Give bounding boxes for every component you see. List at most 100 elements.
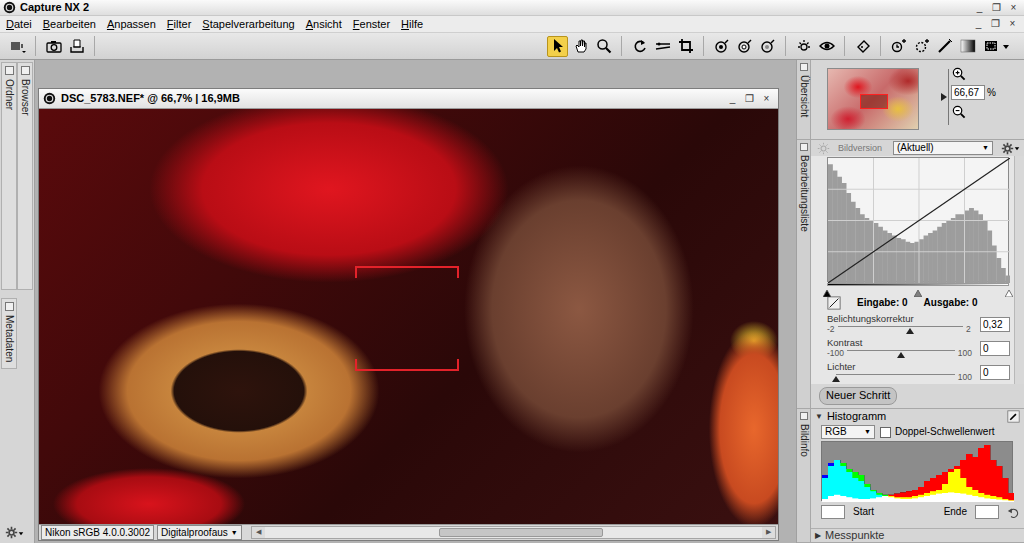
overview-tab-label[interactable]: Übersicht xyxy=(799,75,809,117)
tone-curve[interactable] xyxy=(828,158,1010,283)
browser-tab-label[interactable]: Browser xyxy=(20,79,30,116)
measure-points-header[interactable]: ▶Messpunkte xyxy=(811,528,1024,542)
document-window[interactable]: DSC_5783.NEF* @ 66,7% | 16,9MB_❐×Nikon s… xyxy=(38,88,779,541)
dropdown-arrow[interactable]: ▼ xyxy=(982,142,989,154)
output-icon[interactable] xyxy=(69,38,85,54)
overview-tab[interactable]: Übersicht xyxy=(797,60,811,139)
overview-thumbnail[interactable] xyxy=(827,68,919,130)
gear-icon[interactable] xyxy=(1001,142,1014,155)
rotate-button[interactable] xyxy=(629,36,650,57)
slider-thumb[interactable] xyxy=(906,328,914,334)
menu-item[interactable]: Filter xyxy=(162,16,197,32)
eye-icon[interactable] xyxy=(819,38,835,54)
hand-tool[interactable] xyxy=(570,36,591,57)
menu-item[interactable]: Hilfe xyxy=(396,16,429,32)
photo[interactable] xyxy=(39,109,778,524)
folder-tab-label[interactable]: Ordner xyxy=(4,79,14,110)
level-handle-icon[interactable] xyxy=(823,290,831,297)
channel-dropdown[interactable]: RGB ▼ xyxy=(821,425,875,439)
gradient-button[interactable] xyxy=(957,36,978,57)
measure-points-toggle[interactable]: ▶ xyxy=(815,531,821,541)
selection-control-point-icon[interactable] xyxy=(914,38,930,54)
scroll-right-button[interactable]: ▶ xyxy=(762,527,775,538)
dropdown-icon[interactable] xyxy=(18,527,24,539)
zoom-out-icon[interactable] xyxy=(951,104,966,119)
hand-icon[interactable] xyxy=(573,38,589,54)
metadata-tab[interactable]: Metadaten xyxy=(1,298,17,369)
zoom-icon[interactable] xyxy=(596,38,612,54)
browser-button[interactable] xyxy=(7,36,28,57)
gear-icon[interactable] xyxy=(5,526,18,539)
document-window-minimize-button[interactable]: _ xyxy=(725,92,740,105)
end-field[interactable] xyxy=(975,505,999,519)
select-icon[interactable] xyxy=(550,38,566,54)
red-eye-button[interactable] xyxy=(793,36,814,57)
proof-value[interactable]: Digitalproofaus xyxy=(161,526,228,539)
picker-icon[interactable] xyxy=(1007,410,1020,423)
brush-icon[interactable] xyxy=(937,38,953,54)
dropdown-arrow[interactable]: ▼ xyxy=(231,526,238,539)
output-button[interactable] xyxy=(66,36,87,57)
selection-button[interactable] xyxy=(980,36,1001,57)
slider-value[interactable] xyxy=(980,365,1010,380)
neutral-point-icon[interactable] xyxy=(760,38,776,54)
scroll-left-button[interactable]: ◀ xyxy=(252,527,265,538)
edit-list-scrollbar[interactable] xyxy=(1014,156,1024,384)
black-point-icon[interactable] xyxy=(714,38,730,54)
camera-button[interactable] xyxy=(43,36,64,57)
restore-button[interactable]: ❐ xyxy=(989,1,1004,14)
curve-tool-icon[interactable] xyxy=(827,296,841,310)
browser-icon[interactable] xyxy=(10,38,26,54)
crop-button[interactable] xyxy=(675,36,696,57)
crop-icon[interactable] xyxy=(678,38,694,54)
selection-icon[interactable] xyxy=(983,38,999,54)
document-window-close-button[interactable]: × xyxy=(759,92,774,105)
curve-chart[interactable] xyxy=(828,158,1010,283)
menu-item[interactable]: Ansicht xyxy=(301,16,348,32)
tag-icon[interactable] xyxy=(855,38,871,54)
edit-list-tab[interactable]: Bearbeitungsliste xyxy=(797,140,811,408)
edit-list-tab-label[interactable]: Bearbeitungsliste xyxy=(799,155,809,232)
folder-tab[interactable]: Ordner xyxy=(1,62,17,290)
reset-icon[interactable] xyxy=(1007,506,1020,519)
new-step-button[interactable]: Neuer Schritt xyxy=(819,387,897,404)
color-control-point-icon[interactable] xyxy=(891,38,907,54)
zoom-slider-thumb[interactable] xyxy=(941,93,947,101)
proof-dropdown[interactable]: Digitalproofaus▼ xyxy=(157,525,242,540)
document-close-button[interactable]: × xyxy=(1005,18,1020,31)
eye-button[interactable] xyxy=(816,36,837,57)
straighten-icon[interactable] xyxy=(655,38,671,54)
level-handle-icon[interactable] xyxy=(1005,290,1013,297)
levels-bar[interactable] xyxy=(827,282,1009,294)
close-button[interactable]: × xyxy=(1006,1,1021,14)
menu-item[interactable]: Anpassen xyxy=(102,16,162,32)
camera-icon[interactable] xyxy=(46,38,62,54)
version-value[interactable]: (Aktuell) xyxy=(897,142,934,154)
minimize-button[interactable]: _ xyxy=(972,1,987,14)
rotate-icon[interactable] xyxy=(632,38,648,54)
document-restore-button[interactable]: ❐ xyxy=(988,18,1003,31)
channel-value[interactable]: RGB xyxy=(825,426,847,438)
horizontal-scrollbar[interactable]: ◀▶ xyxy=(251,526,776,539)
red-eye-icon[interactable] xyxy=(796,38,812,54)
level-handle[interactable] xyxy=(1005,286,1013,293)
menu-item[interactable]: Bearbeiten xyxy=(38,16,102,32)
slider-value[interactable] xyxy=(980,317,1010,332)
brush-button[interactable] xyxy=(934,36,955,57)
slider-thumb[interactable] xyxy=(897,352,905,358)
version-dropdown[interactable]: (Aktuell) ▼ xyxy=(893,141,993,155)
dropdown-arrow[interactable]: ▼ xyxy=(864,426,871,438)
zoom-field[interactable] xyxy=(951,85,985,100)
color-control-point-button[interactable] xyxy=(888,36,909,57)
selection-control-point-button[interactable] xyxy=(911,36,932,57)
black-point-button[interactable] xyxy=(711,36,732,57)
straighten-button[interactable] xyxy=(652,36,673,57)
slider-value[interactable] xyxy=(980,341,1010,356)
double-threshold-checkbox[interactable] xyxy=(880,427,891,438)
metadata-tab-label[interactable]: Metadaten xyxy=(4,315,14,362)
tag-button[interactable] xyxy=(852,36,873,57)
zoom-in-icon[interactable] xyxy=(951,66,966,81)
level-handle[interactable] xyxy=(914,286,922,293)
zoom-tool[interactable] xyxy=(593,36,614,57)
histogram-header[interactable]: ▼Histogramm xyxy=(811,409,1024,424)
